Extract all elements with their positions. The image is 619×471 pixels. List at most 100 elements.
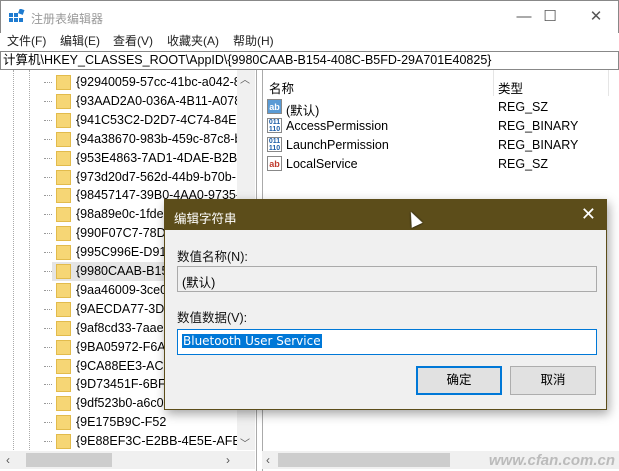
folder-icon xyxy=(56,245,71,261)
tree-connector xyxy=(44,252,52,254)
menu-help[interactable]: 帮助(H) xyxy=(233,33,274,49)
tree-connector xyxy=(44,384,52,386)
tree-item-label: {9E88EF3C-E2BB-4E5E-AFB xyxy=(76,434,241,449)
scroll-left-icon[interactable]: ‹ xyxy=(266,453,270,467)
value-name-field[interactable]: (默认) xyxy=(177,266,597,292)
tree-connector xyxy=(44,403,52,405)
folder-icon xyxy=(56,226,71,242)
folder-icon xyxy=(56,75,71,90)
tree-item[interactable]: {94a38670-983b-459c-87c8-b xyxy=(0,130,241,149)
tree-item-label: {990F07C7-78D xyxy=(76,226,166,241)
tree-item-label: {953E4863-7AD1-4DAE-B2BD xyxy=(76,150,247,165)
tree-connector xyxy=(44,422,52,424)
folder-icon xyxy=(56,320,71,336)
close-button[interactable]: ✕ xyxy=(573,7,619,27)
value-row[interactable]: ab LocalService REG_SZ xyxy=(267,155,617,174)
tree-item-label: {9E175B9C-F52 xyxy=(76,415,167,430)
string-value-icon: ab xyxy=(267,99,282,114)
folder-icon xyxy=(56,415,71,431)
tree-connector xyxy=(44,289,52,291)
tree-connector xyxy=(44,157,52,159)
binary-value-icon: 011 110 xyxy=(267,137,282,152)
menu-file[interactable]: 文件(F) xyxy=(7,33,46,49)
tree-item[interactable]: {941C53C2-D2D7-4C74-84E xyxy=(0,111,237,130)
registry-editor-icon xyxy=(9,9,25,22)
selected-text: Bluetooth User Service xyxy=(182,334,322,348)
tree-item-label: {9df523b0-a6c0- xyxy=(76,396,168,411)
menu-view[interactable]: 查看(V) xyxy=(113,33,153,49)
tree-item-label: {9980CAAB-B15 xyxy=(76,264,169,278)
maximize-button[interactable]: ☐ xyxy=(527,7,573,27)
menu-favorites[interactable]: 收藏夹(A) xyxy=(167,33,219,49)
value-name: LaunchPermission xyxy=(286,138,389,152)
dialog-close-button[interactable]: ✕ xyxy=(581,204,596,225)
values-hscroll-thumb[interactable] xyxy=(278,453,450,467)
tree-item[interactable]: {9E175B9C-F52 xyxy=(0,413,237,432)
folder-icon xyxy=(56,131,71,147)
tree-item-label: {93AAD2A0-036A-4B11-A078- xyxy=(76,93,246,108)
cancel-button[interactable]: 取消 xyxy=(510,366,596,395)
scroll-right-icon[interactable]: › xyxy=(226,453,230,467)
watermark: www.cfan.com.cn xyxy=(488,452,615,469)
folder-icon xyxy=(56,207,71,223)
tree-item[interactable]: {9E88EF3C-E2BB-4E5E-AFB xyxy=(0,432,241,451)
value-name: LocalService xyxy=(286,157,358,171)
tree-connector xyxy=(44,365,52,367)
tree-connector xyxy=(44,195,52,197)
tree-connector xyxy=(44,271,52,272)
value-row[interactable]: 011 110 AccessPermission REG_BINARY xyxy=(267,117,617,136)
menu-bar: 文件(F) 编辑(E) 查看(V) 收藏夹(A) 帮助(H) xyxy=(0,33,619,51)
string-value-icon: ab xyxy=(267,156,282,171)
tree-connector xyxy=(44,119,52,121)
value-type: REG_BINARY xyxy=(498,138,579,152)
ok-button[interactable]: 确定 xyxy=(416,366,502,395)
tree-connector xyxy=(44,441,52,443)
tree-connector xyxy=(44,138,52,140)
menu-edit[interactable]: 编辑(E) xyxy=(60,33,100,49)
folder-icon xyxy=(56,434,71,450)
column-divider[interactable] xyxy=(608,70,609,96)
folder-icon xyxy=(56,150,71,166)
tree-connector xyxy=(44,82,52,83)
value-type: REG_SZ xyxy=(498,157,549,171)
tree-connector xyxy=(44,214,52,216)
folder-icon xyxy=(56,188,71,204)
folder-icon xyxy=(56,93,71,109)
tree-item-label: {9AECDA77-3D0 xyxy=(76,301,172,316)
scroll-up-icon[interactable]: ︿ xyxy=(240,71,250,86)
tree-connector xyxy=(44,233,52,235)
scroll-down-icon[interactable]: ﹀ xyxy=(240,435,250,450)
value-type: REG_SZ xyxy=(498,100,549,114)
tree-item-label: {9D73451F-6BF xyxy=(76,377,166,392)
column-divider[interactable] xyxy=(493,70,494,96)
tree-connector xyxy=(44,308,52,310)
binary-value-icon: 011 110 xyxy=(267,118,282,133)
tree-item-label: {941C53C2-D2D7-4C74-84E xyxy=(76,112,237,127)
tree-hscroll-thumb[interactable] xyxy=(26,453,112,467)
value-type: REG_BINARY xyxy=(498,119,579,133)
value-row[interactable]: 011 110 LaunchPermission REG_BINARY xyxy=(267,136,617,155)
tree-item[interactable]: {953E4863-7AD1-4DAE-B2BD xyxy=(0,149,246,168)
tree-connector xyxy=(44,327,52,329)
address-bar[interactable]: 计算机\HKEY_CLASSES_ROOT\AppID\{9980CAAB-B1… xyxy=(0,51,619,70)
folder-icon xyxy=(56,358,71,374)
value-row[interactable]: ab (默认) REG_SZ xyxy=(267,98,617,118)
scroll-left-icon[interactable]: ‹ xyxy=(6,453,10,467)
column-header-type[interactable]: 类型 xyxy=(498,78,523,97)
tree-item-label: {9af8cd33-7aae- xyxy=(76,320,168,335)
tree-item-label: {9aa46009-3ce0 xyxy=(76,282,168,297)
tree-item[interactable]: {93AAD2A0-036A-4B11-A078- xyxy=(0,92,245,111)
dialog-title-bar[interactable]: 编辑字符串 ✕ xyxy=(165,200,606,230)
folder-icon xyxy=(56,377,71,393)
tree-item[interactable]: {92940059-57cc-41bc-a042-8 xyxy=(0,73,241,92)
folder-icon xyxy=(56,339,71,355)
tree-item-label: {995C996E-D91 xyxy=(76,245,167,260)
tree-item-label: {9BA05972-F6A8 xyxy=(76,339,173,354)
folder-icon xyxy=(56,301,71,317)
value-data-label: 数值数据(V): xyxy=(177,311,248,325)
value-data-input[interactable]: Bluetooth User Service xyxy=(177,329,597,355)
dialog-title: 编辑字符串 xyxy=(174,212,237,226)
value-name-label: 数值名称(N): xyxy=(177,250,248,264)
tree-item[interactable]: {973d20d7-562d-44b9-b70b- xyxy=(0,168,237,187)
column-header-name[interactable]: 名称 xyxy=(269,78,294,97)
